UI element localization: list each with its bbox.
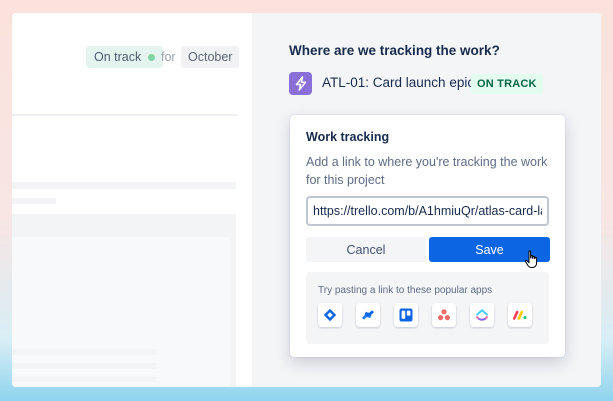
jira-icon[interactable] [318,303,342,327]
section-heading: Where are we tracking the work? [289,43,500,58]
apps-row [318,303,532,327]
month-chip[interactable]: October [181,46,240,68]
clickup-icon[interactable] [470,303,494,327]
cancel-button[interactable]: Cancel [306,237,426,262]
divider [12,114,238,116]
hand-cursor-icon [524,250,538,268]
app-frame: On track for October Where are we tracki… [12,13,601,387]
status-lozenge: ON TRACK [471,74,543,94]
for-label: for [161,50,176,64]
confluence-icon[interactable] [356,303,380,327]
left-pane: On track for October [12,13,252,387]
status-dot-icon [148,53,156,61]
skeleton-bar [12,198,56,204]
status-label: On track [94,50,142,64]
status-chip[interactable]: On track [86,46,164,68]
popular-apps-box: Try pasting a link to these popular apps [306,272,549,344]
skeleton-bar [12,377,156,382]
lightning-bolt-icon [289,72,312,95]
monday-icon[interactable] [508,303,532,327]
work-tracking-popup: Work tracking Add a link to where you're… [290,115,565,357]
tracking-url-input[interactable] [306,196,549,226]
popup-title: Work tracking [306,130,390,144]
skeleton-bar [12,363,156,369]
apps-hint: Try pasting a link to these popular apps [318,285,493,296]
popup-description: Add a link to where you're tracking the … [306,155,548,187]
trello-icon[interactable] [394,303,418,327]
asana-icon[interactable] [432,303,456,327]
skeleton-bar [12,349,156,355]
epic-title[interactable]: ATL-01: Card launch epic [322,75,474,90]
skeleton-bar [12,182,236,189]
